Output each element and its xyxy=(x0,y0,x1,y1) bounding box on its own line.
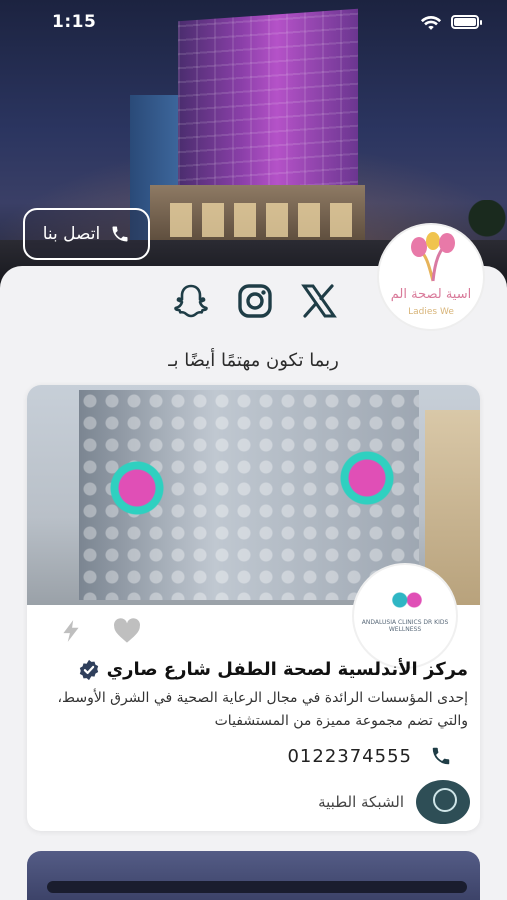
phone-icon xyxy=(112,226,128,242)
place-description-text: إحدى المؤسسات الرائدة في مجال الرعاية ال… xyxy=(57,690,468,729)
contact-us-label: اتصل بنا xyxy=(42,224,101,244)
social-links xyxy=(170,282,340,320)
andalusia-logo-icon xyxy=(389,587,425,613)
place-card[interactable]: ANDALUSIA CLINICS DR KIDS WELLNESS مركز … xyxy=(27,385,480,831)
network-row[interactable]: الشبكة الطبية xyxy=(318,780,470,824)
network-name: الشبكة الطبية xyxy=(318,793,404,811)
place-phone-number: 0122374555 xyxy=(287,745,412,767)
app-screen: 1:15 اتصل بنا اسية لصحة الم Ladies We رب… xyxy=(0,0,507,900)
phone-icon xyxy=(432,747,450,765)
snapchat-icon xyxy=(174,284,208,318)
heart-icon xyxy=(114,618,140,643)
org-logo-text: اسية لصحة الم xyxy=(390,287,472,302)
org-logo-subtext: Ladies We xyxy=(408,307,454,317)
place-logo-caption: ANDALUSIA CLINICS DR KIDS WELLNESS xyxy=(361,619,449,633)
quick-action-button[interactable] xyxy=(57,617,85,645)
wifi-icon xyxy=(420,16,442,30)
place-card-next[interactable] xyxy=(27,851,480,900)
favorite-button[interactable] xyxy=(113,617,141,645)
status-time: 1:15 xyxy=(52,12,97,32)
contact-us-button[interactable]: اتصل بنا xyxy=(23,208,150,260)
instagram-button[interactable] xyxy=(234,282,276,320)
status-bar: 1:15 xyxy=(0,0,507,46)
x-icon xyxy=(301,284,337,318)
place-phone-row[interactable]: 0122374555 xyxy=(287,745,452,767)
instagram-icon xyxy=(238,284,272,318)
card-building xyxy=(79,390,419,600)
flower-logo-icon xyxy=(411,232,455,282)
hero-building-podium xyxy=(150,185,365,245)
lightning-icon xyxy=(63,620,79,642)
card-actions xyxy=(57,617,141,645)
battery-icon xyxy=(451,15,482,29)
place-title: مركز الأندلسية لصحة الطفل شارع صاري xyxy=(106,659,468,680)
snapchat-button[interactable] xyxy=(170,282,212,320)
x-button[interactable] xyxy=(298,282,340,320)
place-description: إحدى المؤسسات الرائدة في مجال الرعاية ال… xyxy=(38,687,468,733)
section-title: ربما تكون مهتمًا أيضًا بـ xyxy=(168,350,339,371)
organization-logo: اسية لصحة الم Ladies We xyxy=(377,223,485,331)
place-logo: ANDALUSIA CLINICS DR KIDS WELLNESS xyxy=(352,563,458,669)
network-avatar xyxy=(416,780,470,824)
verified-badge-icon xyxy=(80,659,99,681)
place-title-row: مركز الأندلسية لصحة الطفل شارع صاري xyxy=(38,659,468,681)
